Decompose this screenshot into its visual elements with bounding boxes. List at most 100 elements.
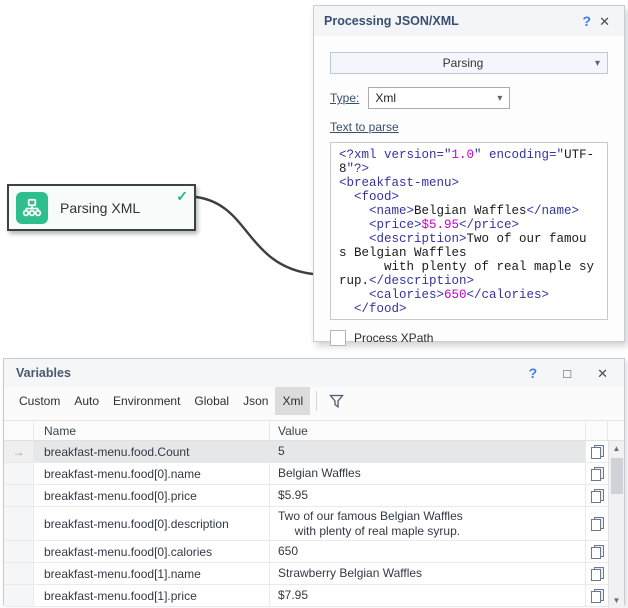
panel-title: Processing JSON/XML [324,14,579,28]
processing-panel: Processing JSON/XML ? ✕ Parsing ▾ Type: … [313,5,625,342]
variables-tabstrip: CustomAutoEnvironmentGlobalJsonXml [4,387,624,415]
copy-icon [591,445,604,459]
copy-button[interactable] [586,485,608,506]
node-parsing-xml[interactable]: Parsing XML ✓ [7,184,196,231]
row-indicator-cell [4,485,34,506]
variable-value-cell: Strawberry Belgian Waffles [270,563,586,584]
help-icon[interactable]: ? [525,366,542,380]
copy-button[interactable] [586,441,608,462]
close-icon[interactable]: ✕ [595,15,614,28]
type-dropdown-value: Xml [369,91,497,105]
scroll-column-header [608,421,624,440]
xml-line: 8"?> [339,162,599,176]
row-indicator-cell [4,541,34,562]
xml-line: <name>Belgian Waffles</name> [339,204,599,218]
filter-icon [329,394,344,409]
value-column-header[interactable]: Value [270,421,586,440]
maximize-icon[interactable]: □ [559,367,575,380]
type-dropdown[interactable]: Xml ▾ [368,87,510,109]
variable-name-cell: breakfast-menu.food[0].price [34,485,270,506]
variable-value-cell: $7.95 [270,585,586,606]
chevron-down-icon: ▾ [595,58,607,69]
table-row[interactable]: →breakfast-menu.food.Count5 [4,441,608,463]
xml-line: <breakfast-menu> [339,176,599,190]
tab-auto[interactable]: Auto [67,387,106,415]
table-row[interactable]: breakfast-menu.food[1].nameStrawberry Be… [4,563,608,585]
variables-rows: →breakfast-menu.food.Count5breakfast-men… [4,441,608,608]
variables-panel-titlebar: Variables ? □ ✕ [4,359,624,387]
scroll-down-icon[interactable]: ▼ [613,593,621,608]
node-label: Parsing XML [60,200,140,216]
help-icon[interactable]: ? [579,14,596,28]
copy-icon [591,489,604,503]
xml-line: rup.</description> [339,274,599,288]
action-selector[interactable]: Parsing ▾ [330,52,608,74]
text-to-parse-input[interactable]: <?xml version="1.0" encoding="UTF-8"?><b… [330,142,608,320]
xml-line: s Belgian Waffles [339,246,599,260]
copy-icon [591,467,604,481]
copy-button[interactable] [586,463,608,484]
copy-icon [591,545,604,559]
tab-separator [316,391,317,411]
row-indicator-cell [4,507,34,540]
tab-environment[interactable]: Environment [106,387,187,415]
copy-icon [591,589,604,603]
tab-json[interactable]: Json [236,387,275,415]
xml-line: <?xml version="1.0" encoding="UTF- [339,148,599,162]
tab-xml[interactable]: Xml [275,387,310,415]
process-xpath-label: Process XPath [354,331,433,345]
panel-title: Variables [16,366,507,380]
variable-value-cell: 650 [270,541,586,562]
variable-name-cell: breakfast-menu.food[0].calories [34,541,270,562]
copy-button[interactable] [586,541,608,562]
row-indicator-cell [4,463,34,484]
table-row[interactable]: breakfast-menu.food[1].price$7.95 [4,585,608,607]
table-row[interactable]: breakfast-menu.food[0].calories650 [4,541,608,563]
xml-line: <food> [339,190,599,204]
table-row[interactable]: breakfast-menu.food[0].nameBelgian Waffl… [4,463,608,485]
table-row[interactable]: breakfast-menu.food[0].price$5.95 [4,485,608,507]
process-xpath-checkbox[interactable] [330,330,346,346]
xml-line: </food> [339,302,599,316]
sitemap-icon [16,192,48,224]
variable-name-cell: breakfast-menu.food.Count [34,441,270,462]
variables-table: Name Value →breakfast-menu.food.Count5br… [4,415,624,608]
scrollbar-thumb[interactable] [611,458,623,494]
variable-value-cell: Belgian Waffles [270,463,586,484]
row-indicator-cell: → [4,441,34,462]
tab-custom[interactable]: Custom [12,387,67,415]
row-indicator-header [4,421,34,440]
copy-button[interactable] [586,585,608,606]
vertical-scrollbar[interactable]: ▲ ▼ [608,441,624,608]
variable-value-cell: 5 [270,441,586,462]
variable-name-cell: breakfast-menu.food[0].description [34,507,270,540]
action-selector-value: Parsing [331,56,595,70]
chevron-down-icon: ▾ [497,93,509,104]
filter-button[interactable] [323,387,350,415]
copy-icon [591,517,604,531]
name-column-header[interactable]: Name [34,421,270,440]
variable-value-cell: Two of our famous Belgian Waffles with p… [270,507,586,540]
copy-button[interactable] [586,563,608,584]
variable-name-cell: breakfast-menu.food[1].price [34,585,270,606]
variable-name-cell: breakfast-menu.food[1].name [34,563,270,584]
variable-name-cell: breakfast-menu.food[0].name [34,463,270,484]
tab-global[interactable]: Global [187,387,236,415]
table-header: Name Value [4,420,624,441]
xml-line: <price>$5.95</price> [339,218,599,232]
xml-line: <calories>650</calories> [339,288,599,302]
workflow-canvas: Parsing XML ✓ Processing JSON/XML ? ✕ Pa… [0,0,628,608]
close-icon[interactable]: ✕ [593,367,612,380]
row-indicator-cell [4,585,34,606]
processing-panel-titlebar: Processing JSON/XML ? ✕ [314,6,624,36]
check-icon: ✓ [176,188,188,205]
copy-button[interactable] [586,507,608,540]
xml-line: <description>Two of our famou [339,232,599,246]
copy-icon [591,567,604,581]
scroll-up-icon[interactable]: ▲ [613,441,621,456]
type-label: Type: [330,91,359,105]
tabs-container: CustomAutoEnvironmentGlobalJsonXml [12,387,310,415]
variable-value-cell: $5.95 [270,485,586,506]
table-row[interactable]: breakfast-menu.food[0].descriptionTwo of… [4,507,608,541]
variables-panel: Variables ? □ ✕ CustomAutoEnvironmentGlo… [3,358,625,605]
